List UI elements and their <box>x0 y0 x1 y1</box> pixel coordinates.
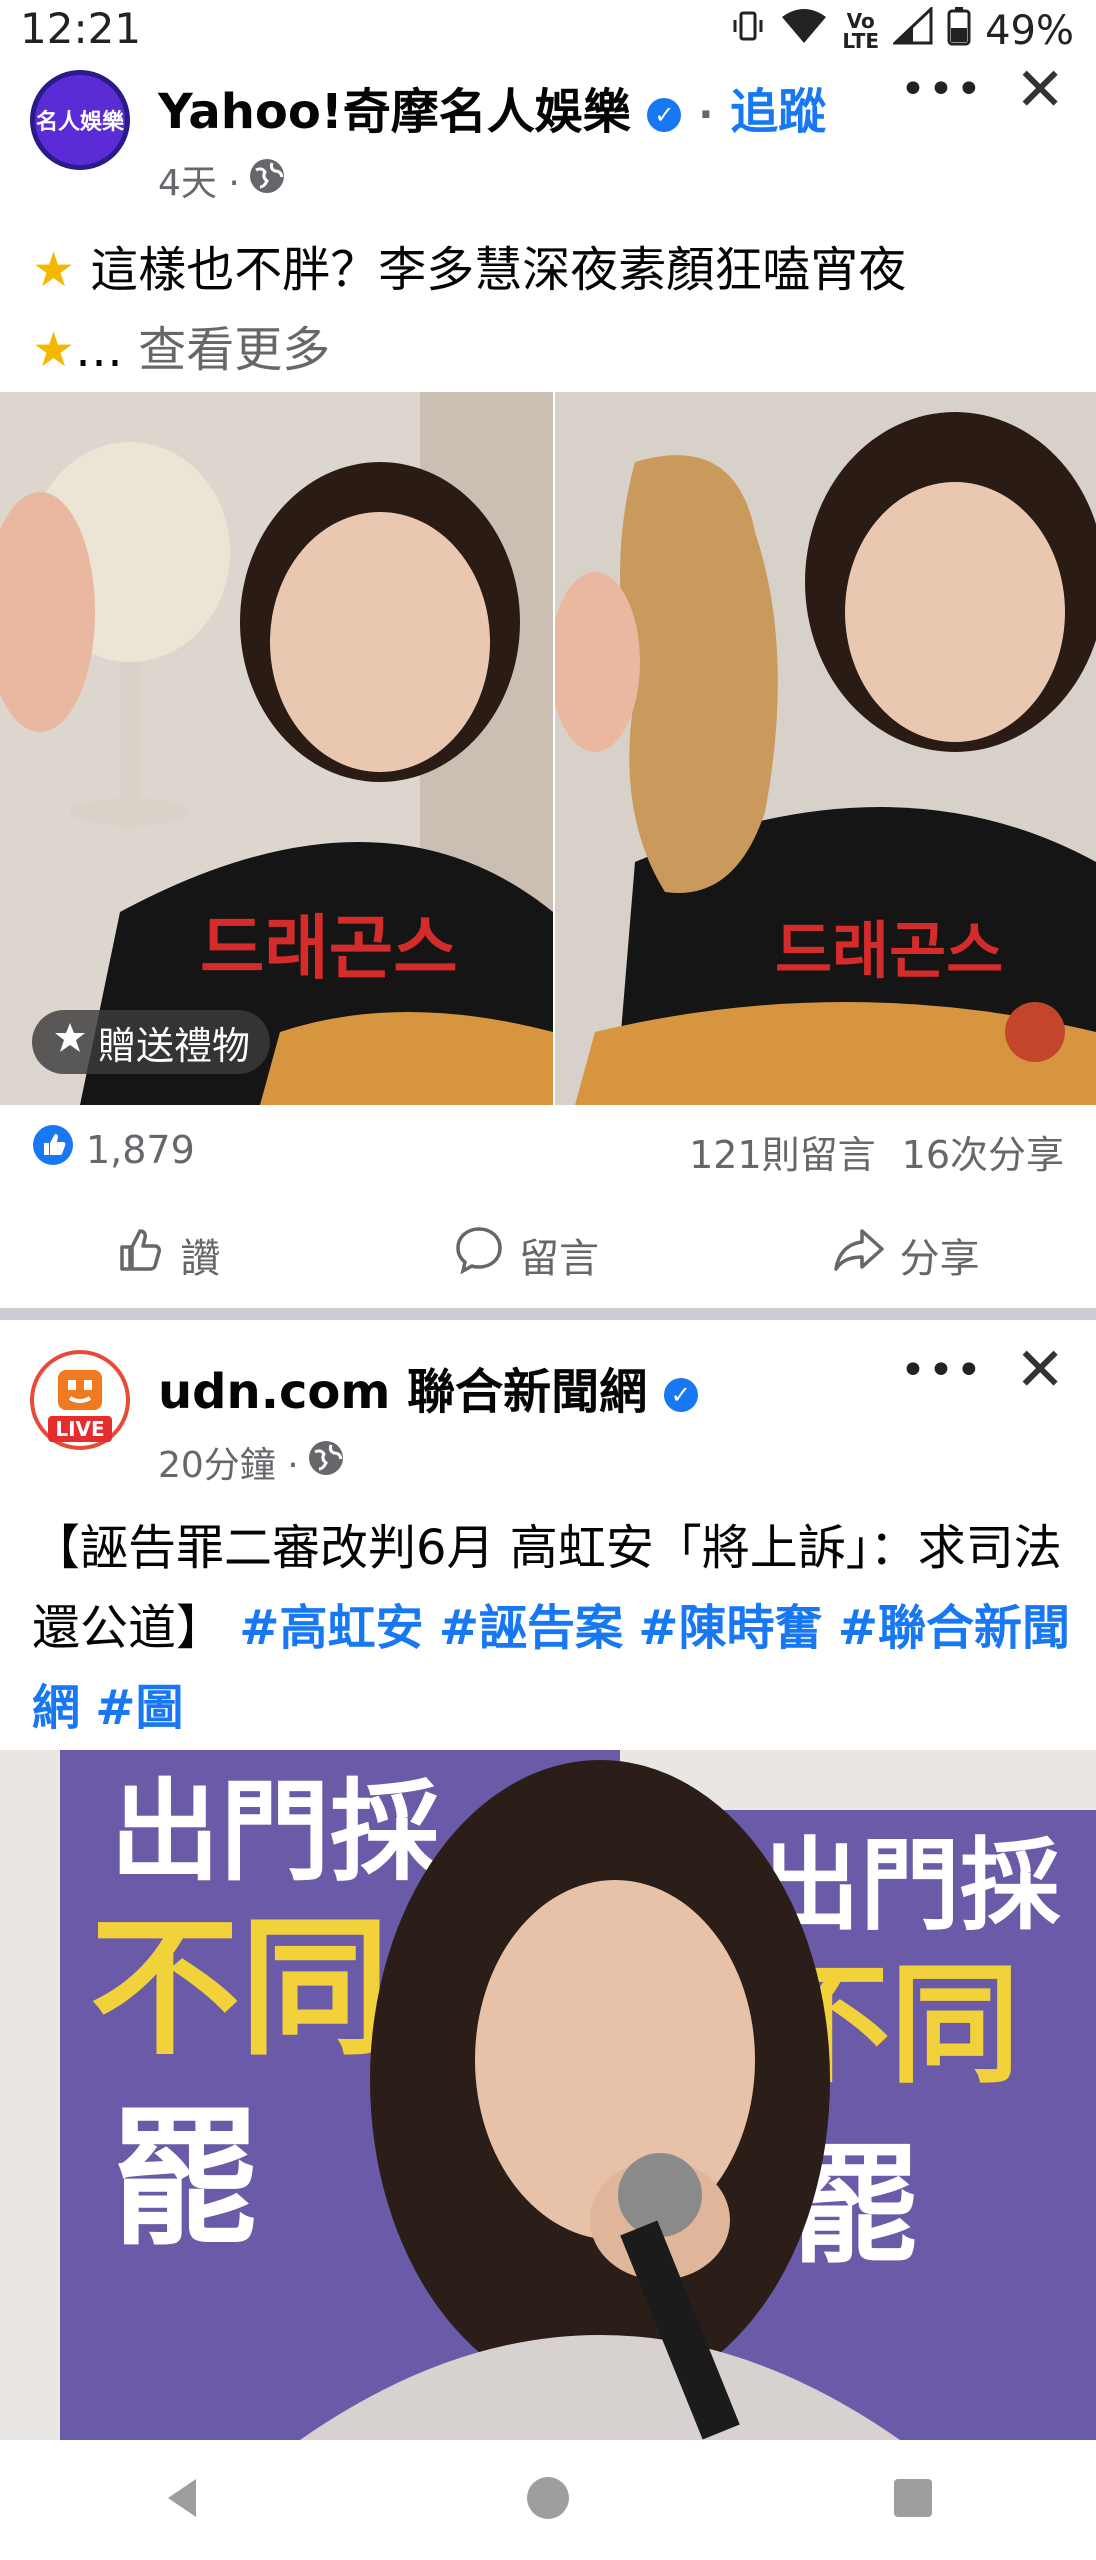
post2-page-name[interactable]: udn.com 聯合新聞網 ✓ <box>158 1352 698 1422</box>
status-icons: Vo LTE 49% <box>730 5 1074 56</box>
verified-badge-icon: ✓ <box>663 1378 698 1412</box>
banner-text-1: 出門採 <box>110 1768 441 1896</box>
close-icon[interactable]: ✕ <box>1015 1340 1065 1400</box>
post2-avatar[interactable]: LIVE <box>30 1350 130 1450</box>
star-icon: ★ <box>32 242 76 298</box>
post2-photo[interactable]: 出門採 不同 罷 出門採 不同 罷 <box>0 1750 1096 2440</box>
recents-icon[interactable] <box>888 2473 938 2527</box>
hashtag-link[interactable]: #誣告案 <box>439 1600 623 1656</box>
gift-button[interactable]: 贈送禮物 <box>32 1010 271 1074</box>
banner-text-3: 罷 <box>110 2092 260 2266</box>
live-badge: LIVE <box>48 1416 112 1442</box>
post1-text: ★ 這樣也不胖？李多慧深夜素顏狂嗑宵夜 ★… 查看更多 <box>32 230 1072 390</box>
reaction-count: 1,879 <box>86 1127 195 1172</box>
comment-label: 留言 <box>518 1236 599 1282</box>
engagement-counts: 121則留言 16次分享 <box>689 1124 1064 1179</box>
post1-photo-right[interactable]: 드래곤스 <box>555 392 1096 1105</box>
separator: · <box>698 92 714 138</box>
post2-meta: 20分鐘 · <box>158 1436 345 1488</box>
share-button[interactable]: 分享 <box>832 1225 980 1285</box>
home-icon[interactable] <box>523 2473 573 2527</box>
comment-button[interactable]: 留言 <box>453 1224 599 1286</box>
avatar: 名人娛樂 <box>30 70 130 170</box>
back-icon[interactable] <box>158 2473 208 2527</box>
verified-badge-icon: ✓ <box>647 98 682 132</box>
more-options-icon[interactable]: ••• <box>900 1345 984 1396</box>
follow-button[interactable]: 追蹤 <box>730 84 826 140</box>
post1-action-bar: 讚 留言 分享 <box>0 1215 1096 1295</box>
clock: 12:21 <box>20 4 142 53</box>
like-reaction-icon <box>32 1124 74 1175</box>
hashtag-link[interactable]: #陳時奮 <box>638 1600 822 1656</box>
reaction-summary[interactable]: 1,879 <box>32 1124 195 1175</box>
ellipsis: … <box>75 322 124 378</box>
comment-count[interactable]: 121則留言 <box>689 1124 876 1179</box>
system-nav-bar <box>0 2440 1096 2560</box>
more-options-icon[interactable]: ••• <box>900 64 984 115</box>
network-type: Vo LTE <box>842 9 880 53</box>
post1-meta: 4天 · <box>158 154 286 206</box>
like-label: 讚 <box>180 1236 221 1282</box>
post1-photo-left[interactable]: 드래곤스 <box>0 392 553 1105</box>
post-text-line: 這樣也不胖？李多慧深夜素顏狂嗑宵夜 <box>90 242 907 298</box>
like-icon <box>116 1225 166 1285</box>
post-timestamp: 20分鐘 · <box>158 1445 299 1486</box>
post1-page-name[interactable]: Yahoo!奇摩名人娛樂 ✓ · 追蹤 <box>158 72 826 142</box>
gift-label: 贈送禮物 <box>98 1023 251 1068</box>
status-bar: 12:21 Vo LTE 49% <box>0 0 1096 64</box>
globe-icon <box>248 157 286 204</box>
post1-avatar[interactable]: 名人娛樂 <box>30 70 130 170</box>
banner-text-2: 不同 <box>90 1902 390 2076</box>
gift-icon <box>52 1020 88 1065</box>
page-name-text: Yahoo!奇摩名人娛樂 <box>158 84 631 140</box>
comment-icon <box>453 1224 505 1286</box>
post-timestamp: 4天 · <box>158 163 240 204</box>
feed-divider <box>0 1308 1096 1320</box>
share-count[interactable]: 16次分享 <box>902 1124 1064 1179</box>
share-icon <box>832 1225 886 1285</box>
svg-text:出門採: 出門採 <box>760 1827 1061 1944</box>
star-icon: ★ <box>32 322 76 378</box>
svg-text:드래곤스: 드래곤스 <box>775 914 1003 987</box>
page-name-text: udn.com 聯合新聞網 <box>158 1364 648 1420</box>
close-icon[interactable]: ✕ <box>1015 60 1065 120</box>
like-button[interactable]: 讚 <box>116 1225 220 1285</box>
hashtag-link[interactable]: #高虹安 <box>239 1600 423 1656</box>
signal-icon <box>891 5 933 55</box>
see-more-link[interactable]: 查看更多 <box>138 322 330 378</box>
wifi-icon <box>780 7 828 55</box>
shirt-print: 드래곤스 <box>200 907 458 989</box>
globe-icon <box>307 1439 345 1486</box>
post2-text: 【誣告罪二審改判6月 高虹安「將上訴」：求司法還公道】 #高虹安 #誣告案 #陳… <box>32 1508 1072 1748</box>
hashtag-link[interactable]: #圖 <box>95 1680 183 1736</box>
battery-icon <box>947 6 971 56</box>
share-label: 分享 <box>899 1236 980 1282</box>
battery-percent: 49% <box>985 8 1074 54</box>
vibrate-icon <box>730 8 766 54</box>
